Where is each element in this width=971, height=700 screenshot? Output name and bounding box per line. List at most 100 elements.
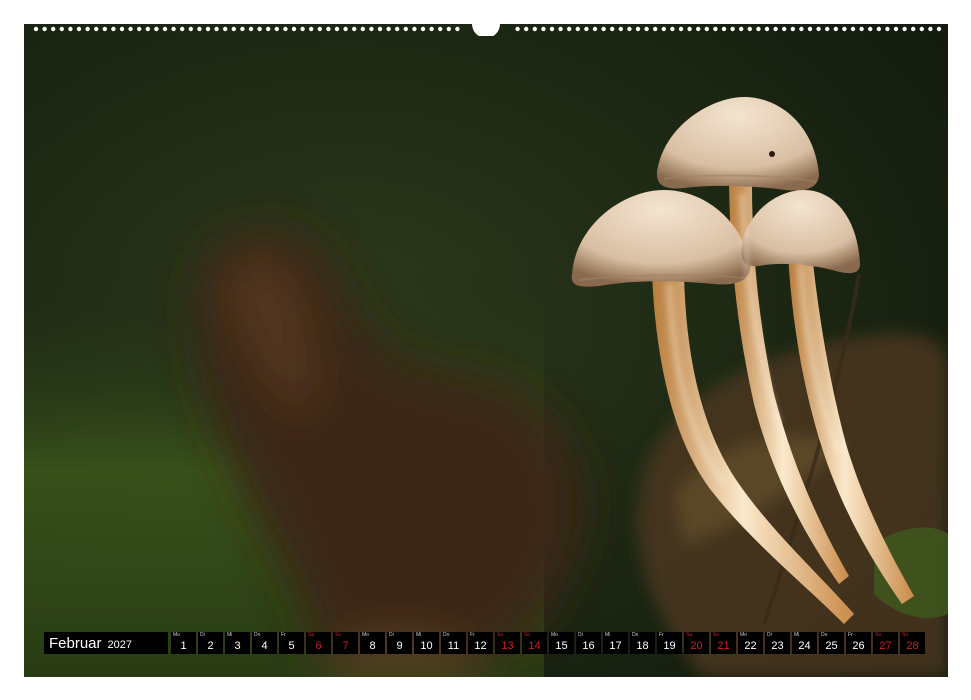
- binding-hole: [627, 26, 632, 32]
- binding-hole: [154, 26, 159, 32]
- binding-hole: [524, 26, 529, 32]
- day-number: 28: [906, 640, 919, 652]
- weekday-label: Mi: [416, 632, 422, 638]
- weekday-label: Mo: [551, 632, 558, 638]
- binding-hole: [696, 26, 701, 32]
- weekday-label: Fr: [848, 632, 853, 638]
- day-number: 20: [690, 640, 703, 652]
- day-number: 13: [501, 640, 514, 652]
- binding-hole: [661, 26, 666, 32]
- day-cell: Do 18: [630, 632, 655, 654]
- binding-hole: [825, 26, 830, 32]
- month-label: Februar 2027: [44, 632, 168, 654]
- binding-hole: [171, 26, 176, 32]
- binding-hole: [773, 26, 778, 32]
- weekday-label: Mo: [173, 632, 180, 638]
- binding-hole: [223, 26, 228, 32]
- binding-hole: [799, 26, 804, 32]
- binding-hole: [386, 26, 391, 32]
- day-cell: So 28: [900, 632, 925, 654]
- day-cell: Do 4: [252, 632, 277, 654]
- binding-hole: [128, 26, 133, 32]
- binding-hole: [687, 26, 692, 32]
- day-cell: Mo 1: [171, 632, 196, 654]
- binding-hole: [541, 26, 546, 32]
- binding-hole: [790, 26, 795, 32]
- day-number: 26: [852, 640, 865, 652]
- day-number: 9: [396, 640, 403, 652]
- binding-hole: [162, 26, 168, 32]
- binding-hole: [713, 26, 718, 32]
- binding-hole: [326, 26, 331, 32]
- day-number: 10: [420, 640, 433, 652]
- day-number: 21: [717, 640, 730, 652]
- binding-hole: [532, 26, 537, 32]
- day-cell: Mo 15: [549, 632, 574, 654]
- binding-hole: [94, 26, 99, 32]
- binding-hole: [68, 26, 73, 32]
- weekday-label: Do: [254, 632, 261, 638]
- weekday-label: So: [713, 632, 720, 638]
- binding-hole: [936, 26, 942, 32]
- weekday-label: Di: [767, 632, 772, 638]
- binding-hole: [842, 26, 847, 32]
- day-cell: Di 9: [387, 632, 412, 654]
- weekday-label: So: [902, 632, 909, 638]
- binding-hole: [584, 26, 589, 32]
- day-cell: Mi 24: [792, 632, 817, 654]
- weekday-label: So: [524, 632, 531, 638]
- binding-hole: [850, 26, 856, 32]
- binding-hole: [653, 26, 658, 32]
- day-number: 7: [342, 640, 349, 652]
- weekday-label: Fr: [281, 632, 286, 638]
- binding-hole: [214, 26, 219, 32]
- binding-hole: [377, 26, 383, 32]
- binding-holes: [33, 24, 942, 36]
- day-number: 18: [636, 640, 649, 652]
- weekday-label: Do: [443, 632, 450, 638]
- binding-hole: [782, 26, 787, 32]
- binding-hole: [283, 26, 288, 32]
- binding-hole: [704, 26, 709, 32]
- days-row: Mo 1 Di 2 Mi 3 Do 4 Fr 5 Sa 6 So 7 Mo 8 Di 9 Mi 10 Do 11 Fr 12 S…: [171, 632, 925, 656]
- binding-hole: [403, 26, 408, 32]
- binding-hole: [876, 26, 881, 32]
- weekday-label: Di: [389, 632, 394, 638]
- binding-hole: [395, 26, 400, 32]
- day-cell: Mo 8: [360, 632, 385, 654]
- day-cell: So 7: [333, 632, 358, 654]
- weekday-label: Sa: [686, 632, 693, 638]
- day-number: 6: [315, 640, 322, 652]
- binding-hole: [111, 26, 116, 32]
- binding-hole: [180, 26, 185, 32]
- day-cell: Do 25: [819, 632, 844, 654]
- day-number: 19: [663, 640, 676, 652]
- binding-hole: [274, 26, 279, 32]
- binding-hole: [343, 26, 348, 32]
- day-cell: Fr 12: [468, 632, 493, 654]
- day-cell: Mo 22: [738, 632, 763, 654]
- binding-hole: [885, 26, 890, 32]
- mushroom-illustration: [24, 24, 948, 677]
- binding-hole: [266, 26, 271, 32]
- binding-hole: [893, 26, 899, 32]
- spiral-binding: [24, 24, 948, 36]
- day-number: 25: [825, 640, 838, 652]
- binding-hole: [747, 26, 752, 32]
- binding-hole: [334, 26, 340, 32]
- weekday-label: Di: [200, 632, 205, 638]
- binding-hole: [197, 26, 202, 32]
- binding-hole: [610, 26, 615, 32]
- binding-hole: [567, 26, 572, 32]
- hanger-notch: [472, 24, 500, 36]
- binding-hole: [928, 26, 933, 32]
- day-cell: Fr 19: [657, 632, 682, 654]
- binding-hole: [420, 26, 426, 32]
- binding-hole: [51, 26, 56, 32]
- day-cell: Fr 5: [279, 632, 304, 654]
- binding-hole: [446, 26, 451, 32]
- day-cell: Sa 6: [306, 632, 331, 654]
- weekday-label: Mo: [740, 632, 747, 638]
- binding-hole: [730, 26, 735, 32]
- day-number: 17: [609, 640, 622, 652]
